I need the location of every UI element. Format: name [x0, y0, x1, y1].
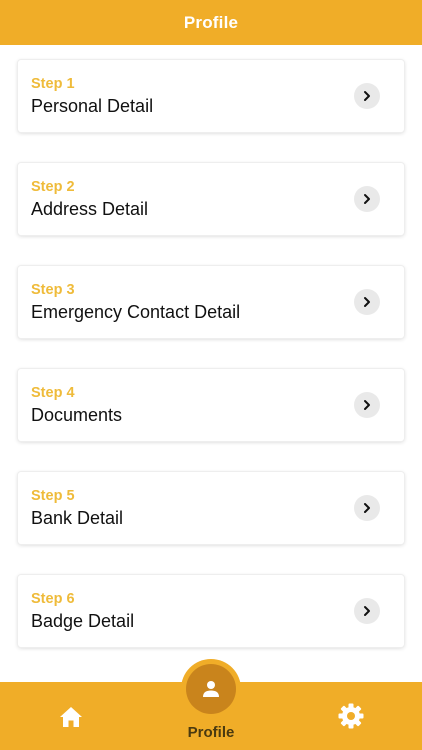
chevron-right-icon[interactable]: [354, 186, 380, 212]
step-title: Badge Detail: [31, 611, 135, 631]
tab-home[interactable]: [52, 702, 90, 732]
gear-icon: [338, 703, 364, 729]
profile-tab-button[interactable]: [186, 664, 236, 714]
step-title: Address Detail: [31, 199, 149, 219]
step-card-bank-detail[interactable]: Step 5 Bank Detail: [18, 472, 404, 544]
tab-profile-label[interactable]: Profile: [161, 724, 261, 741]
step-label: Step 2: [31, 179, 75, 195]
step-card-emergency-contact-detail[interactable]: Step 3 Emergency Contact Detail: [18, 266, 404, 338]
step-title: Bank Detail: [31, 508, 124, 528]
steps-list: Step 1 Personal Detail Step 2 Address De…: [0, 45, 422, 682]
step-title: Personal Detail: [31, 96, 154, 116]
chevron-right-icon[interactable]: [354, 598, 380, 624]
step-title: Documents: [31, 405, 123, 425]
step-label: Step 6: [31, 591, 75, 607]
chevron-right-icon[interactable]: [354, 392, 380, 418]
app-header: Profile: [0, 0, 422, 45]
chevron-right-icon[interactable]: [354, 83, 380, 109]
step-card-documents[interactable]: Step 4 Documents: [18, 369, 404, 441]
step-label: Step 1: [31, 76, 75, 92]
chevron-right-icon[interactable]: [354, 495, 380, 521]
step-label: Step 5: [31, 488, 75, 504]
person-icon: [203, 681, 219, 697]
step-card-badge-detail[interactable]: Step 6 Badge Detail: [18, 575, 404, 647]
step-label: Step 3: [31, 282, 75, 298]
step-card-personal-detail[interactable]: Step 1 Personal Detail: [18, 60, 404, 132]
home-icon: [60, 707, 82, 727]
chevron-right-icon[interactable]: [354, 289, 380, 315]
page-title: Profile: [183, 12, 239, 32]
step-title: Emergency Contact Detail: [31, 302, 241, 322]
step-card-address-detail[interactable]: Step 2 Address Detail: [18, 163, 404, 235]
step-label: Step 4: [31, 385, 75, 401]
tab-settings[interactable]: [332, 700, 370, 732]
